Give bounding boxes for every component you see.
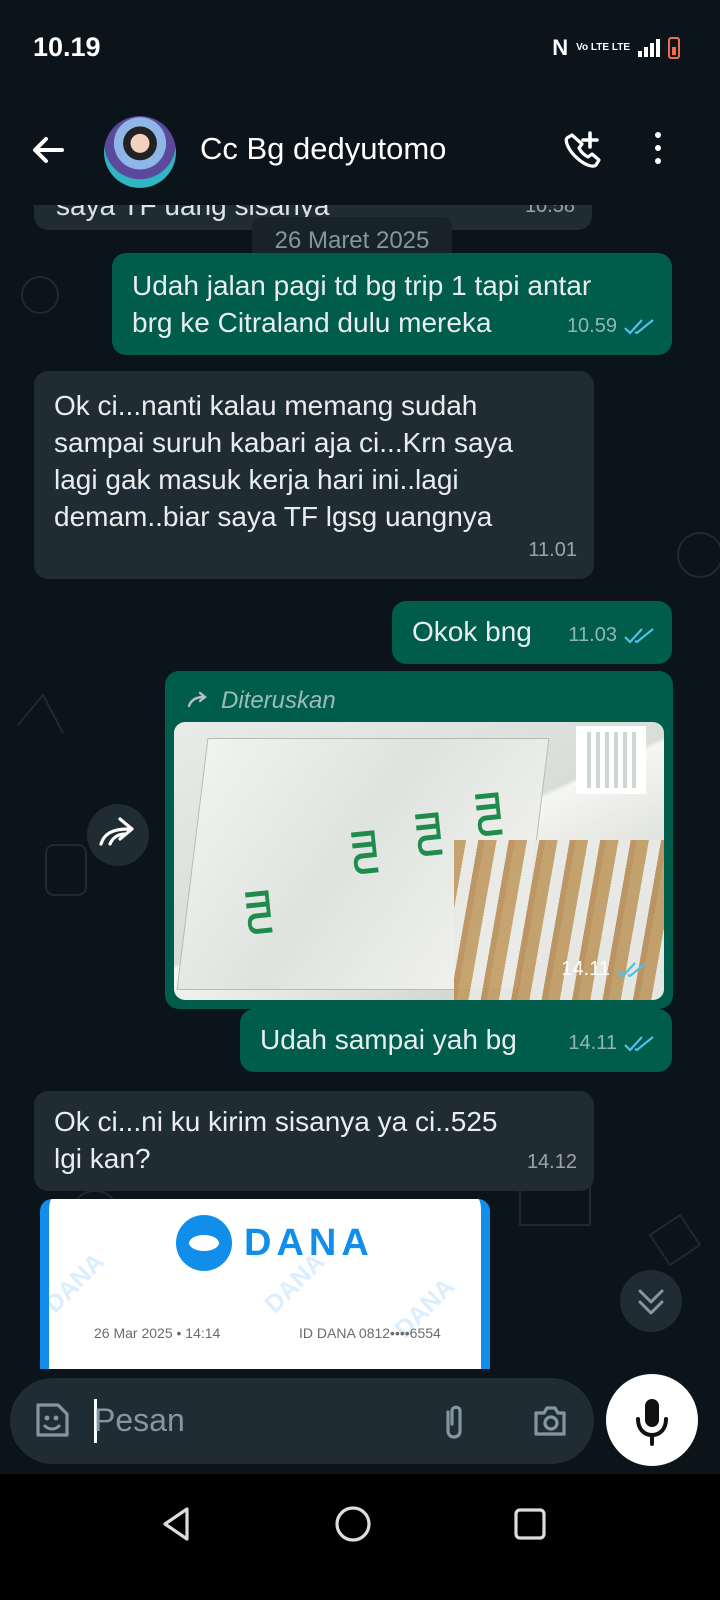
forward-share-button[interactable]	[87, 804, 149, 866]
square-recents-icon[interactable]	[508, 1502, 552, 1546]
volte-indicator: Vo LTE LTE	[576, 42, 630, 53]
dana-watermark: DANA	[40, 1247, 111, 1319]
nfc-icon: N	[552, 35, 569, 60]
status-bar: 10.19 N Vo LTE LTE	[0, 0, 720, 100]
contact-name[interactable]: Cc Bg dedyutomo	[200, 131, 446, 167]
dana-receipt-image[interactable]: DANA DANA DANA DANA 26 Mar 2025 • 14:14 …	[40, 1199, 490, 1369]
chat-message-outgoing[interactable]: Udah sampai yah bg 14.11	[240, 1009, 672, 1072]
dana-brand: DANA	[244, 1221, 374, 1264]
forwarded-photo[interactable]: ITU ITU ITU ITU 14.11	[174, 722, 664, 1000]
share-icon	[99, 817, 134, 846]
photo-window	[576, 726, 646, 794]
dana-logo-icon	[176, 1215, 232, 1271]
battery-icon	[668, 37, 680, 59]
read-ticks-icon	[617, 961, 647, 978]
add-call-icon[interactable]	[560, 128, 604, 172]
chat-thread[interactable]: saya TF uang sisanya 10.58 26 Maret 2025…	[0, 205, 720, 1395]
status-icons: N Vo LTE LTE	[552, 34, 680, 62]
message-time: 11.01	[528, 539, 577, 561]
chat-message-incoming[interactable]: Ok ci...ni ku kirim sisanya ya ci..525 l…	[34, 1091, 594, 1191]
message-meta: 10.59	[567, 308, 655, 345]
dana-id: ID DANA 0812••••6554	[299, 1325, 441, 1341]
arrow-left-icon[interactable]	[28, 130, 68, 170]
status-time: 10.19	[33, 32, 101, 62]
microphone-button[interactable]	[606, 1374, 698, 1466]
photo-meta: 14.11	[561, 951, 648, 988]
double-chevron-down-icon	[638, 1289, 664, 1315]
message-time: 14.12	[526, 1151, 577, 1173]
message-composer[interactable]: Pesan	[10, 1378, 594, 1464]
signal-icon	[638, 39, 660, 57]
photo-panel-label: ITU	[236, 887, 280, 934]
forwarded-label-row: Diteruskan	[173, 679, 665, 721]
photo-panel-label: ITU	[406, 809, 450, 856]
forwarded-icon	[187, 691, 207, 708]
chat-message-outgoing[interactable]: Okok bng 11.03	[392, 601, 672, 664]
dana-date: 26 Mar 2025 • 14:14	[94, 1325, 221, 1341]
chat-message-outgoing[interactable]: Udah jalan pagi td bg trip 1 tapi antar …	[112, 253, 672, 355]
message-input[interactable]: Pesan	[94, 1402, 185, 1439]
read-ticks-icon	[624, 1035, 654, 1052]
forwarded-label: Diteruskan	[221, 686, 336, 714]
read-ticks-icon	[624, 318, 654, 335]
contact-avatar[interactable]	[104, 116, 176, 188]
scroll-down-button[interactable]	[620, 1270, 682, 1332]
photo-panel-label: ITU	[342, 827, 386, 874]
read-ticks-icon	[624, 627, 654, 644]
android-navigation-bar	[0, 1474, 720, 1600]
circle-home-icon[interactable]	[331, 1502, 375, 1546]
more-vertical-icon[interactable]	[653, 132, 663, 172]
triangle-back-icon[interactable]	[154, 1502, 198, 1546]
microphone-icon	[636, 1399, 668, 1446]
dana-logo: DANA	[176, 1215, 374, 1271]
forwarded-image-message[interactable]: Diteruskan ITU ITU ITU ITU 14.11	[165, 671, 673, 1009]
message-meta: 14.11	[568, 1025, 655, 1062]
camera-icon[interactable]	[528, 1400, 572, 1442]
photo-panel-label: ITU	[466, 789, 510, 836]
message-text: Ok ci...ni ku kirim sisanya ya ci..525 l…	[54, 1106, 498, 1174]
chat-message-incoming[interactable]: Ok ci...nanti kalau memang sudah sampai …	[34, 371, 594, 579]
paperclip-icon[interactable]	[440, 1400, 480, 1442]
sticker-icon[interactable]	[30, 1400, 72, 1442]
message-time: 10.58	[524, 205, 575, 217]
message-text: Ok ci...nanti kalau memang sudah sampai …	[54, 390, 514, 532]
message-meta: 11.03	[568, 617, 655, 654]
